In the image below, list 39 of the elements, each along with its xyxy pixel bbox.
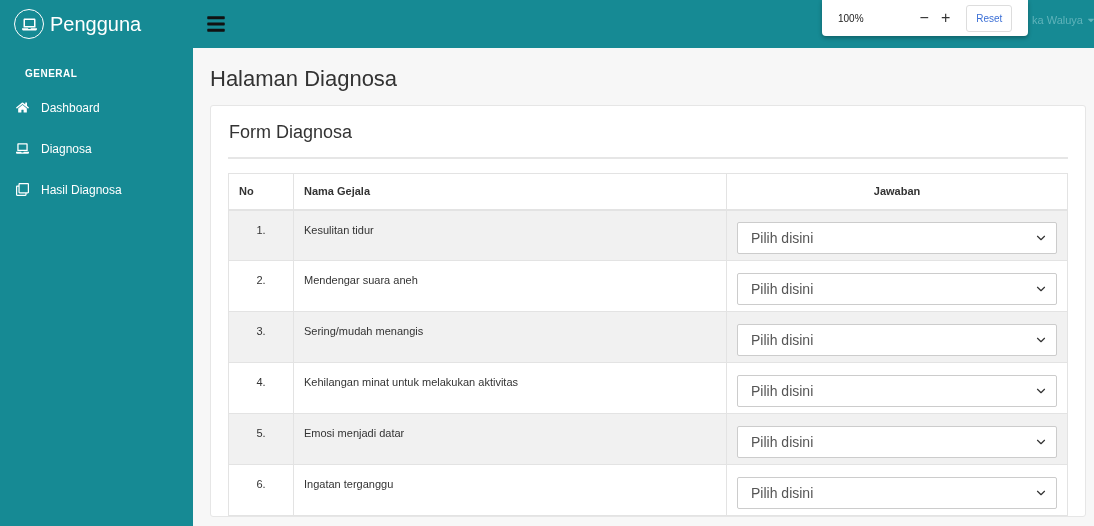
brand-title: Pengguna bbox=[50, 12, 142, 36]
table-cell: 5. bbox=[228, 413, 294, 465]
table-cell: 6. bbox=[228, 464, 294, 516]
sidebar-item[interactable]: Diagnosa bbox=[0, 128, 193, 169]
page-title: Halaman Diagnosa bbox=[210, 66, 399, 92]
table-cell: Emosi menjadi datar bbox=[293, 413, 727, 465]
table-cell: 4. bbox=[228, 362, 294, 414]
table-cell: Ingatan terganggu bbox=[293, 464, 727, 516]
zoom-out-button[interactable]: − bbox=[915, 9, 933, 27]
answer-select[interactable]: Pilih disini bbox=[737, 222, 1057, 255]
column-header: Nama Gejala bbox=[293, 173, 727, 210]
reset-button[interactable]: Reset bbox=[966, 4, 1013, 32]
answer-select[interactable]: Pilih disini bbox=[737, 426, 1057, 458]
sidebar-item[interactable]: Hasil Diagnosa bbox=[0, 169, 193, 210]
answer-select[interactable]: Pilih disini bbox=[737, 273, 1057, 305]
sidebar-item-label: Diagnosa bbox=[41, 141, 92, 156]
column-header: Jawaban bbox=[726, 173, 1068, 210]
column-header: No bbox=[228, 173, 294, 210]
table-cell: Sering/mudah menangis bbox=[293, 311, 727, 363]
home-icon bbox=[16, 101, 29, 114]
card-title: Form Diagnosa bbox=[228, 122, 1068, 159]
sidebar-item[interactable]: Dashboard bbox=[0, 87, 193, 128]
sidebar-item-label: Dashboard bbox=[41, 100, 100, 115]
table-cell: 2. bbox=[228, 260, 294, 312]
table-cell: 1. bbox=[228, 209, 294, 261]
copy-icon bbox=[16, 183, 29, 196]
section-heading: GENERAL bbox=[24, 67, 79, 79]
table-cell: Mendengar suara aneh bbox=[293, 260, 727, 312]
table-cell: Kehilangan minat untuk melakukan aktivitas bbox=[293, 362, 727, 414]
menu-icon[interactable] bbox=[206, 14, 226, 34]
sidebar-item-label: Hasil Diagnosa bbox=[41, 182, 122, 197]
table-cell: Kesulitan tidur bbox=[293, 209, 727, 261]
table-cell: 3. bbox=[228, 311, 294, 363]
answer-select[interactable]: Pilih disini bbox=[737, 477, 1057, 509]
zoom-in-button[interactable]: + bbox=[936, 9, 955, 27]
answer-select[interactable]: Pilih disini bbox=[737, 324, 1057, 356]
zoom-level: 100% bbox=[838, 12, 864, 24]
laptop-icon bbox=[16, 142, 29, 155]
answer-select[interactable]: Pilih disini bbox=[737, 375, 1057, 407]
